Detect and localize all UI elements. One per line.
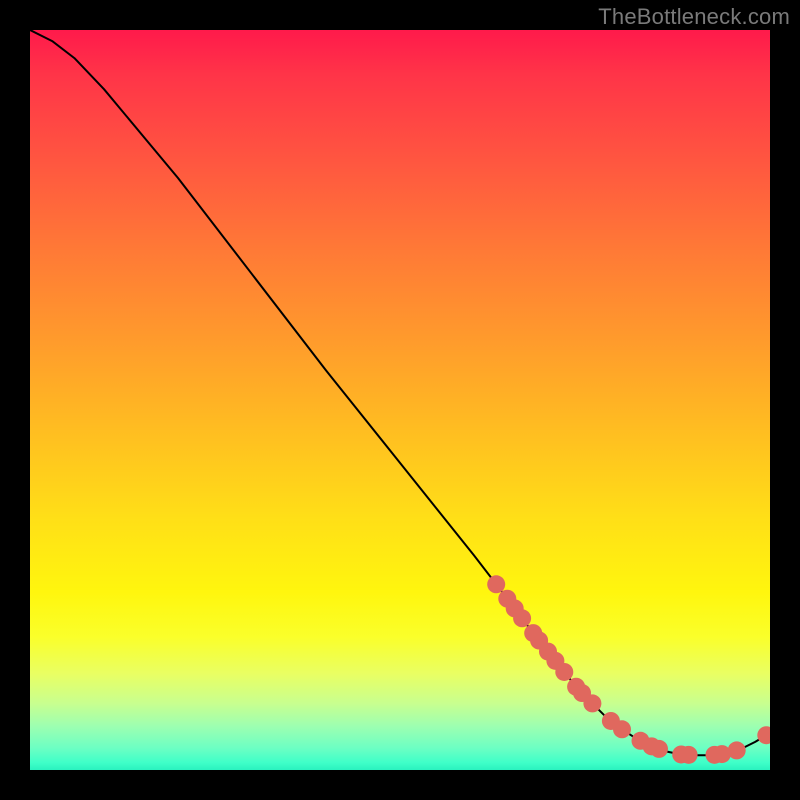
data-marker [583, 694, 601, 712]
chart-canvas: TheBottleneck.com [0, 0, 800, 800]
attribution-label: TheBottleneck.com [598, 4, 790, 30]
data-marker [680, 746, 698, 764]
data-marker [650, 740, 668, 758]
plot-area [30, 30, 770, 770]
curve-overlay [30, 30, 770, 770]
data-marker [613, 720, 631, 738]
marker-group [487, 575, 770, 764]
bottleneck-curve [30, 30, 770, 755]
data-marker [487, 575, 505, 593]
data-marker [513, 609, 531, 627]
data-marker [757, 726, 770, 744]
data-marker [555, 663, 573, 681]
data-marker [728, 741, 746, 759]
